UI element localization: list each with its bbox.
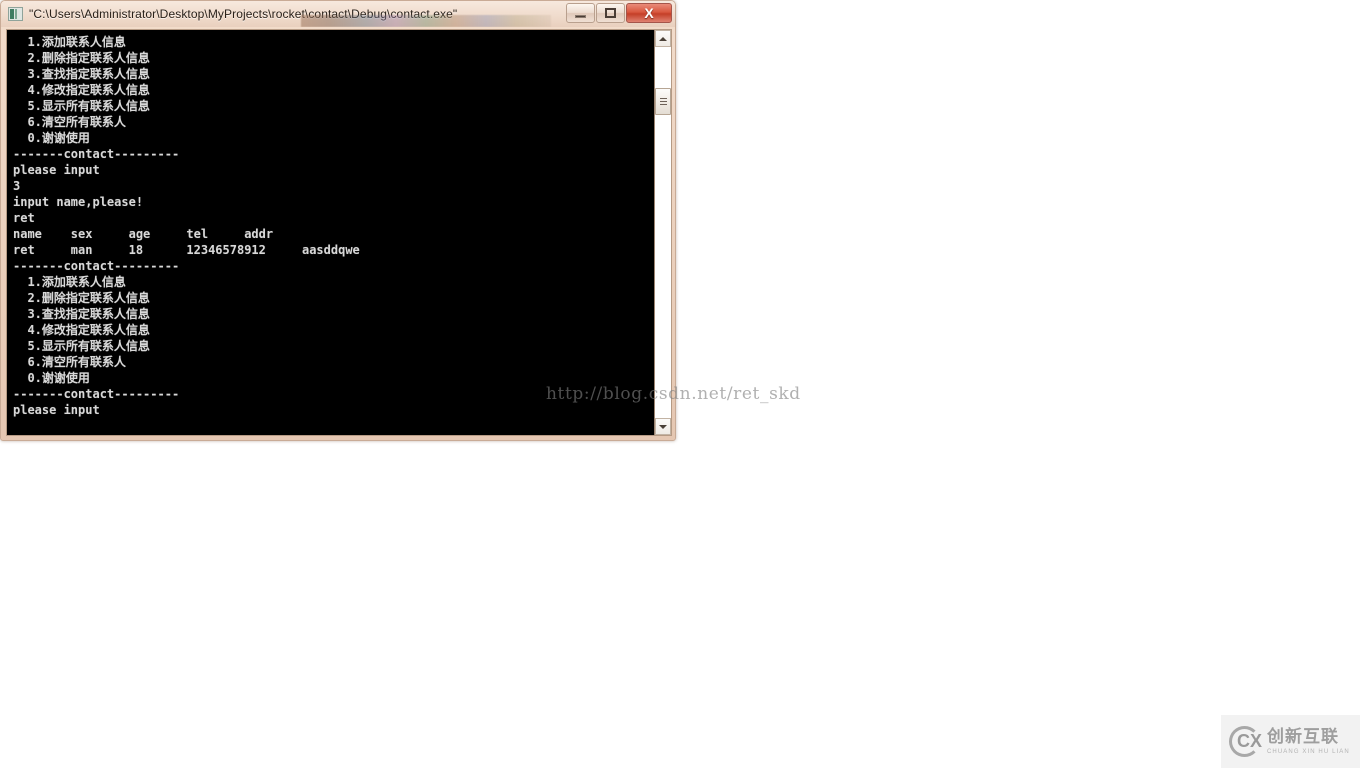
screen: "C:\Users\Administrator\Desktop\MyProjec… bbox=[0, 0, 1360, 768]
vertical-scrollbar[interactable] bbox=[654, 30, 671, 435]
brand-wordmark: 创新互联 CHUANG XIN HU LIAN bbox=[1267, 726, 1350, 755]
console-client-area: 1.添加联系人信息 2.删除指定联系人信息 3.查找指定联系人信息 4.修改指定… bbox=[6, 29, 672, 436]
brand-name-cn: 创新互联 bbox=[1267, 726, 1339, 747]
brand-logo: CX 创新互联 CHUANG XIN HU LIAN bbox=[1221, 715, 1360, 768]
minimize-icon bbox=[575, 14, 586, 18]
window-titlebar[interactable]: "C:\Users\Administrator\Desktop\MyProjec… bbox=[1, 1, 675, 27]
scroll-up-icon bbox=[659, 36, 667, 41]
cx-logo-icon: CX bbox=[1229, 726, 1263, 757]
scroll-down-icon bbox=[659, 424, 667, 429]
grip-line bbox=[659, 101, 667, 102]
close-icon: X bbox=[644, 5, 654, 21]
brand-name-en: CHUANG XIN HU LIAN bbox=[1267, 748, 1350, 755]
console-output-text: 1.添加联系人信息 2.删除指定联系人信息 3.查找指定联系人信息 4.修改指定… bbox=[13, 35, 360, 417]
grip-line bbox=[659, 98, 667, 99]
scrollbar-thumb[interactable] bbox=[655, 88, 671, 115]
window-controls: X bbox=[565, 3, 672, 23]
console-output[interactable]: 1.添加联系人信息 2.删除指定联系人信息 3.查找指定联系人信息 4.修改指定… bbox=[7, 30, 654, 435]
close-button[interactable]: X bbox=[626, 3, 672, 23]
scroll-down-button[interactable] bbox=[655, 418, 671, 435]
console-window: "C:\Users\Administrator\Desktop\MyProjec… bbox=[0, 0, 676, 441]
minimize-button[interactable] bbox=[566, 3, 595, 23]
window-title: "C:\Users\Administrator\Desktop\MyProjec… bbox=[29, 7, 458, 21]
logo-mark-text: CX bbox=[1237, 731, 1263, 751]
maximize-button[interactable] bbox=[596, 3, 625, 23]
scroll-up-button[interactable] bbox=[655, 30, 671, 47]
grip-line bbox=[659, 104, 667, 105]
console-app-icon bbox=[8, 7, 23, 21]
maximize-icon bbox=[605, 8, 616, 18]
